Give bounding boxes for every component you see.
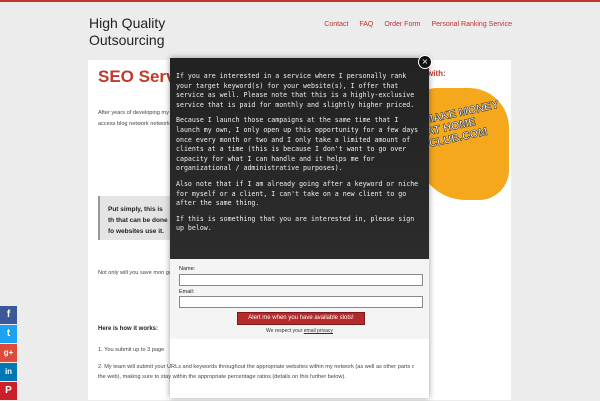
social-share-bar: f t g+ in P xyxy=(0,306,17,401)
linkedin-icon[interactable]: in xyxy=(0,363,17,381)
modal-paragraph-3: Also note that if I am already going aft… xyxy=(176,179,419,208)
sidebar-banner-text: MAKE MONEY AT HOME CLUB.COM xyxy=(423,98,500,151)
google-plus-icon[interactable]: g+ xyxy=(0,344,17,362)
step-1-text: 1. You submit up to 3 page xyxy=(98,347,165,353)
twitter-icon[interactable]: t xyxy=(0,325,17,343)
facebook-icon[interactable]: f xyxy=(0,306,17,324)
nav-order-form[interactable]: Order Form xyxy=(384,21,420,28)
highlight-text: Put simply, this is th that can be done … xyxy=(108,206,168,235)
name-field[interactable] xyxy=(179,274,423,286)
nav-personal-ranking-service[interactable]: Personal Ranking Service xyxy=(431,21,512,28)
signup-form: Name: Email: Alert me when you have avai… xyxy=(170,259,429,339)
nav-contact[interactable]: Contact xyxy=(324,21,348,28)
modal-paragraph-1: If you are interested in a service where… xyxy=(176,72,415,109)
modal-close-button[interactable]: × xyxy=(418,55,432,69)
pinterest-icon[interactable]: P xyxy=(0,382,17,400)
email-field[interactable] xyxy=(179,296,423,308)
modal-info-panel: If you are interested in a service where… xyxy=(170,58,429,259)
site-logo-text: High Quality Outsourcing xyxy=(89,15,166,48)
email-privacy-link[interactable]: email privacy xyxy=(304,328,333,334)
top-accent-bar xyxy=(0,0,600,2)
modal-paragraph-4: If this is something that you are intere… xyxy=(176,214,415,233)
email-label: Email: xyxy=(179,289,195,295)
alert-me-button[interactable]: Alert me when you have available slots! xyxy=(237,312,365,325)
modal-text: If you are interested in a service where… xyxy=(176,72,423,240)
site-logo[interactable]: High Quality Outsourcing xyxy=(89,15,174,49)
name-label: Name: xyxy=(179,266,196,272)
sidebar-banner-ad[interactable]: MAKE MONEY AT HOME CLUB.COM xyxy=(416,88,509,200)
privacy-note: We respect your email privacy xyxy=(170,328,429,334)
main-nav: Contact FAQ Order Form Personal Ranking … xyxy=(315,21,512,28)
modal-paragraph-2: Because I launch those campaigns at the … xyxy=(176,116,419,173)
how-it-works-heading: Here is how it works: xyxy=(98,326,159,332)
privacy-prefix: We respect your xyxy=(266,328,303,334)
sidebar-title: with: xyxy=(427,69,446,78)
nav-faq[interactable]: FAQ xyxy=(359,21,373,28)
